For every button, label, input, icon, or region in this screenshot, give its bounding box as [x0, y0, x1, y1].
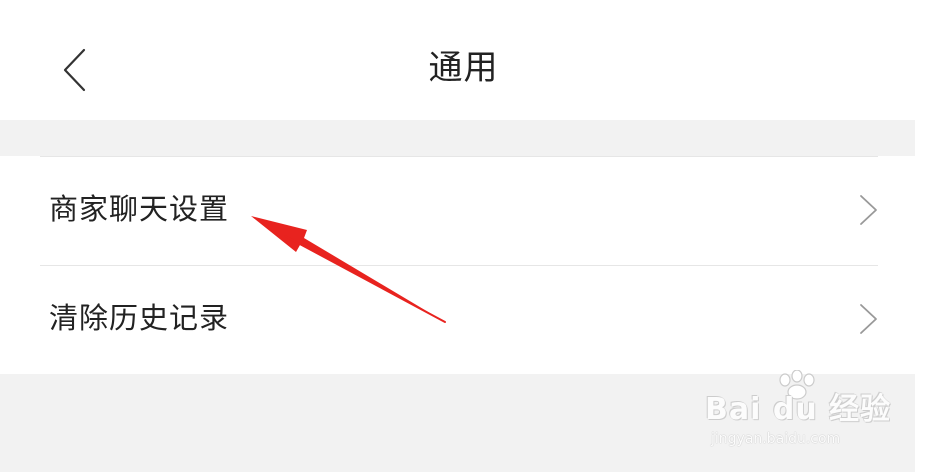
menu-item-clear-history[interactable]: 清除历史记录 — [0, 266, 927, 374]
page-title: 通用 — [428, 48, 499, 88]
chevron-right-icon — [860, 195, 877, 225]
settings-page: 通用 商家聊天设置 清除历史记录 Bai du 经验 jingyan.baidu… — [0, 0, 927, 472]
menu-list: 商家聊天设置 清除历史记录 — [0, 156, 927, 374]
bottom-gray-area — [0, 374, 915, 472]
section-gap — [0, 120, 915, 156]
menu-item-merchant-chat-settings[interactable]: 商家聊天设置 — [0, 157, 927, 265]
menu-item-label: 商家聊天设置 — [49, 192, 230, 226]
nav-header: 通用 — [0, 0, 927, 120]
menu-item-label: 清除历史记录 — [49, 301, 230, 335]
chevron-right-icon — [860, 304, 877, 334]
